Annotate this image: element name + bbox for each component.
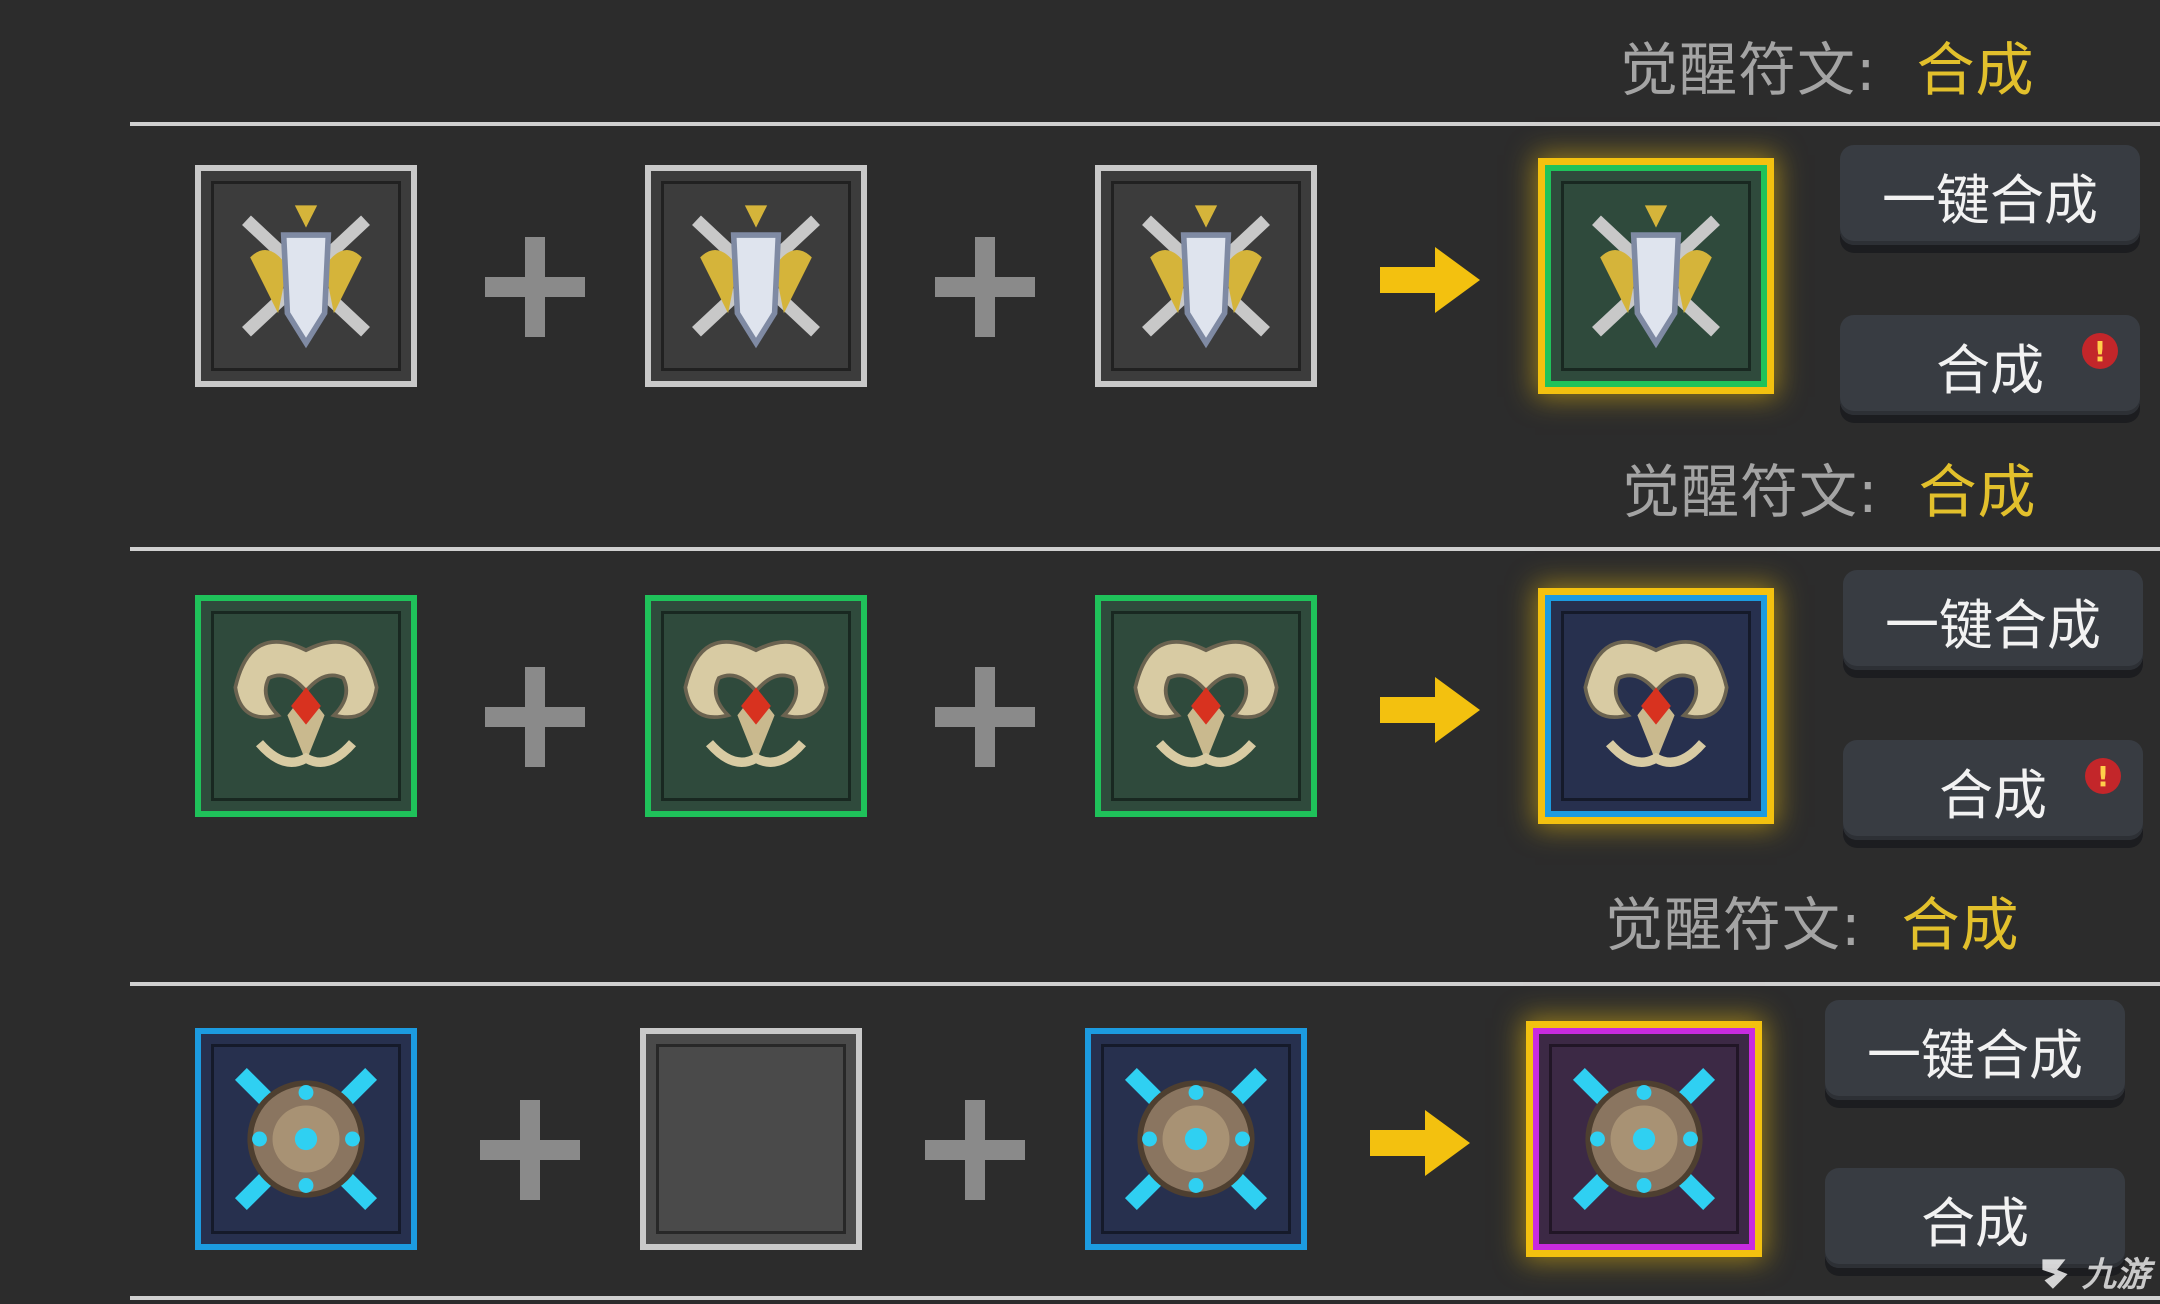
input-slot-1[interactable] xyxy=(195,1028,417,1250)
section-header: 觉醒符文: 合成 xyxy=(1620,25,2035,105)
crossed-swords-shield-icon xyxy=(242,205,370,349)
synthesize-button[interactable]: 合成 ! xyxy=(1840,315,2140,415)
plus-sign xyxy=(925,1100,1025,1200)
rune-synthesis-screen: 觉醒符文: 合成 一键合成 合成 ! 觉醒符文: 合成 一键合成 合成 ! 觉醒… xyxy=(0,0,2160,1304)
one-click-synthesize-button[interactable]: 一键合成 xyxy=(1825,1000,2125,1100)
awaken-rune-label: 觉醒符文: xyxy=(1605,891,1862,959)
jiuyou-logo-icon xyxy=(2042,1258,2068,1289)
one-click-synthesize-button[interactable]: 一键合成 xyxy=(1840,145,2140,245)
synthesis-row: 一键合成 合成 ! xyxy=(195,145,2145,415)
input-slot-2[interactable] xyxy=(645,595,867,817)
button-label: 一键合成 xyxy=(1885,593,2101,657)
synthesis-status: 合成 xyxy=(1901,891,2020,959)
button-label: 一键合成 xyxy=(1867,1023,2083,1087)
rune-section-2: 觉醒符文: 合成 一键合成 合成 ! xyxy=(0,425,2160,850)
input-slot-1[interactable] xyxy=(195,595,417,817)
alert-badge-icon: ! xyxy=(2085,758,2121,794)
antler-amulet-icon xyxy=(1583,640,1729,767)
antler-amulet-icon xyxy=(683,640,829,767)
one-click-synthesize-button[interactable]: 一键合成 xyxy=(1843,570,2143,670)
antler-amulet-icon xyxy=(233,640,379,767)
spiked-orb-icon xyxy=(1572,1067,1716,1211)
synthesis-row: 一键合成 合成 xyxy=(195,1000,2145,1268)
rune-section-1: 觉醒符文: 合成 一键合成 合成 ! xyxy=(0,0,2160,425)
button-label: 合成 xyxy=(1936,338,2044,402)
section-divider xyxy=(130,547,2160,551)
antler-amulet-icon xyxy=(1133,640,1279,767)
arrow-right-icon xyxy=(1380,247,1480,313)
synthesis-status: 合成 xyxy=(1916,36,2035,104)
watermark: 九游 xyxy=(2034,1247,2150,1296)
input-slot-3[interactable] xyxy=(1095,165,1317,387)
watermark-text: 九游 xyxy=(2082,1255,2150,1295)
alert-badge-icon: ! xyxy=(2082,333,2118,369)
empty-slot[interactable] xyxy=(640,1028,862,1250)
section-divider xyxy=(130,982,2160,986)
plus-sign xyxy=(480,1100,580,1200)
spiked-orb-icon xyxy=(234,1067,378,1211)
input-slot-2[interactable] xyxy=(645,165,867,387)
crossed-swords-shield-icon xyxy=(692,205,820,349)
plus-sign xyxy=(485,667,585,767)
section-divider xyxy=(130,1296,2160,1300)
button-label: 合成 xyxy=(1939,763,2047,827)
plus-sign xyxy=(935,237,1035,337)
crossed-swords-shield-icon xyxy=(1142,205,1270,349)
section-header: 觉醒符文: 合成 xyxy=(1605,880,2020,960)
section-header: 觉醒符文: 合成 xyxy=(1622,447,2037,527)
button-label: 合成 xyxy=(1921,1191,2029,1255)
synthesis-status: 合成 xyxy=(1918,458,2037,526)
section-divider xyxy=(130,122,2160,126)
arrow-right-icon xyxy=(1370,1110,1470,1176)
crossed-swords-shield-icon xyxy=(1592,205,1720,349)
synthesize-button[interactable]: 合成 ! xyxy=(1843,740,2143,840)
plus-sign xyxy=(935,667,1035,767)
rune-section-3: 觉醒符文: 合成 一键合成 合成 xyxy=(0,860,2160,1285)
arrow-right-icon xyxy=(1380,677,1480,743)
input-slot-3[interactable] xyxy=(1085,1028,1307,1250)
input-slot-3[interactable] xyxy=(1095,595,1317,817)
plus-sign xyxy=(485,237,585,337)
result-slot[interactable] xyxy=(1533,1028,1755,1250)
spiked-orb-icon xyxy=(1124,1067,1268,1211)
result-slot[interactable] xyxy=(1545,595,1767,817)
synthesis-row: 一键合成 合成 ! xyxy=(195,570,2145,840)
awaken-rune-label: 觉醒符文: xyxy=(1622,458,1879,526)
button-label: 一键合成 xyxy=(1882,168,2098,232)
awaken-rune-label: 觉醒符文: xyxy=(1620,36,1877,104)
result-slot[interactable] xyxy=(1545,165,1767,387)
input-slot-1[interactable] xyxy=(195,165,417,387)
